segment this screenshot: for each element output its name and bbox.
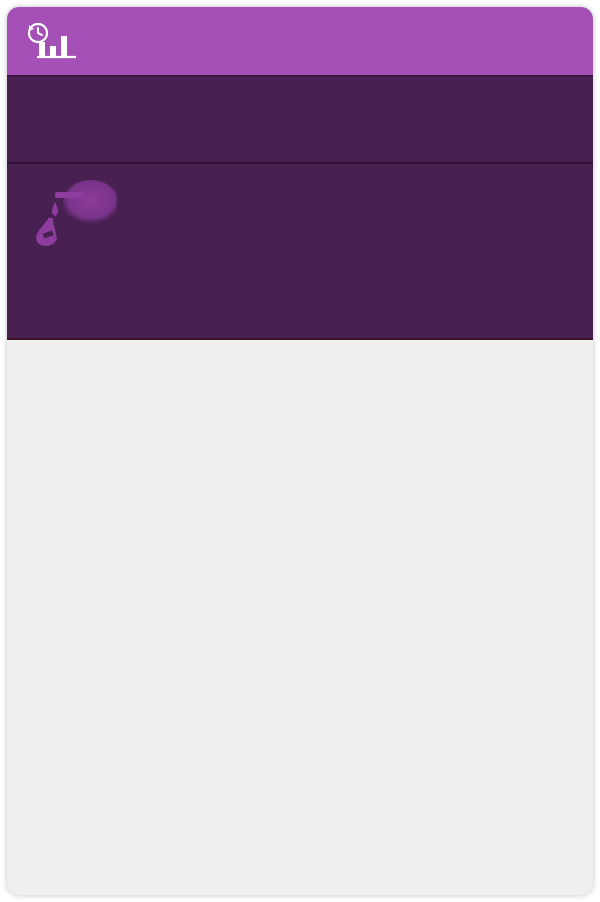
app-window <box>7 7 593 895</box>
glucose-meter-icon <box>27 180 119 260</box>
summary-band <box>7 77 593 164</box>
content-area <box>7 340 593 895</box>
history-chart-icon[interactable] <box>25 19 79 61</box>
reading-panel <box>7 164 593 340</box>
app-header <box>7 7 593 77</box>
